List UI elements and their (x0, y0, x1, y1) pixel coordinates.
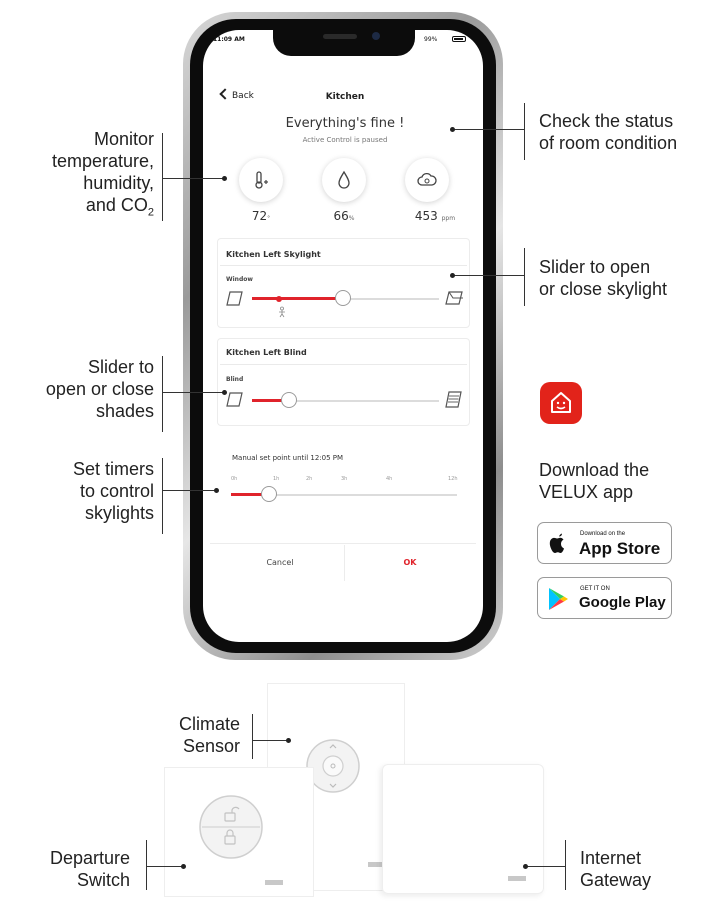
annotation-dot (523, 864, 528, 869)
timer-label: Manual set point until 12:05 PM (232, 454, 344, 462)
humidity-sensor-button[interactable] (322, 158, 366, 202)
timer-tick: 1h (273, 476, 280, 482)
annotation-dot (450, 273, 455, 278)
front-camera (372, 32, 380, 40)
thermometer-icon (255, 171, 268, 189)
apple-icon (549, 533, 564, 553)
annotation-shades: Slider to open or close shades (45, 357, 154, 421)
co2-cloud-icon (417, 172, 437, 186)
app-store-small-text: Download on the (580, 531, 626, 537)
annotation-leader (526, 866, 565, 867)
annotation-bracket (146, 840, 147, 890)
skylight-card-title: Kitchen Left Skylight (226, 250, 321, 259)
blind-slider-thumb[interactable] (281, 392, 297, 408)
annotation-leader (146, 866, 183, 867)
timer-tick: 3h (341, 476, 348, 482)
annotation-dot (222, 176, 227, 181)
back-button[interactable]: Back (232, 91, 254, 101)
annotation-skylight: Slider to open or close skylight (539, 257, 668, 299)
departure-switch-button-icon (199, 795, 263, 859)
timer-tick: 2h (306, 476, 313, 482)
blind-card-divider (220, 364, 467, 365)
app-store-badge[interactable]: Download on the App Store (537, 522, 672, 564)
annotation-dot (214, 488, 219, 493)
status-time: 11:09 AM (213, 36, 245, 43)
annotation-leader (252, 740, 288, 741)
annotation-bracket (565, 840, 566, 890)
google-play-small-text: GET IT ON (580, 586, 610, 592)
blind-closed-icon[interactable] (444, 391, 462, 409)
annotation-leader (162, 392, 224, 393)
skylight-slider-fill (252, 297, 342, 300)
speaker-grille (323, 34, 357, 39)
annotation-internet-gateway: Internet Gateway (580, 848, 652, 890)
internet-gateway-device (382, 764, 544, 894)
battery-icon (452, 36, 466, 42)
skylight-card-divider (220, 265, 467, 266)
window-open-icon[interactable] (444, 289, 464, 307)
blind-card-title: Kitchen Left Blind (226, 348, 307, 357)
humidity-value: 66% (333, 209, 355, 223)
annotation-bracket (524, 103, 525, 160)
annotation-departure-switch: Departure Switch (49, 848, 130, 890)
app-store-big-text: App Store (579, 539, 661, 558)
google-play-icon (549, 588, 568, 610)
blind-slider-fill (252, 399, 284, 402)
annotation-dot (181, 864, 186, 869)
annotation-dot (450, 127, 455, 132)
annotation-climate-sensor: Climate Sensor (178, 714, 240, 756)
annotation-dot (286, 738, 291, 743)
annotation-bracket (162, 458, 163, 534)
blind-card-subtitle: Blind (226, 376, 244, 383)
blind-open-icon[interactable] (226, 392, 244, 408)
annotation-status: Check the status of room condition (539, 111, 678, 153)
google-play-big-text: Google Play (579, 594, 666, 611)
annotation-timers: Set timers to control skylights (72, 459, 154, 523)
person-icon (279, 306, 285, 318)
window-closed-icon[interactable] (226, 291, 244, 307)
annotation-bracket (162, 356, 163, 432)
skylight-card-subtitle: Window (226, 276, 253, 283)
humidity-drop-icon (338, 170, 350, 189)
temperature-sensor-button[interactable] (239, 158, 283, 202)
cancel-button[interactable]: Cancel (240, 558, 320, 567)
page-title: Kitchen (325, 92, 365, 102)
phone-notch (273, 28, 415, 56)
house-smile-icon (551, 392, 571, 413)
annotation-leader (162, 178, 224, 179)
annotation-dot (222, 390, 227, 395)
timer-tick: 0h (231, 476, 238, 482)
status-headline: Everything's fine ! (285, 116, 405, 131)
device-label (508, 876, 526, 881)
annotation-bracket (524, 248, 525, 306)
annotation-bracket (252, 714, 253, 759)
annotation-bracket (162, 133, 163, 221)
timer-tick: 4h (386, 476, 393, 482)
timer-slider-thumb[interactable] (261, 486, 277, 502)
annotation-leader (453, 129, 524, 130)
google-play-badge[interactable]: GET IT ON Google Play (537, 577, 672, 619)
skylight-setpoint-marker (276, 296, 282, 302)
skylight-slider-thumb[interactable] (335, 290, 351, 306)
annotation-leader (162, 490, 216, 491)
temperature-value: 72° (251, 209, 271, 223)
co2-value: 453 ppm (414, 209, 456, 223)
annotation-leader (453, 275, 524, 276)
dialog-button-separator (344, 545, 345, 581)
status-battery-text: 99% (424, 36, 438, 43)
status-subline: Active Control is paused (302, 136, 388, 144)
velux-app-icon[interactable] (540, 382, 582, 424)
ok-button[interactable]: OK (370, 558, 450, 567)
annotation-download: Download the VELUX app (539, 460, 650, 502)
co2-sensor-button[interactable] (405, 158, 449, 202)
device-label (265, 880, 283, 885)
timer-tick: 12h (448, 476, 458, 482)
annotation-monitor: Monitor temperature, humidity, and CO2 (51, 129, 154, 219)
